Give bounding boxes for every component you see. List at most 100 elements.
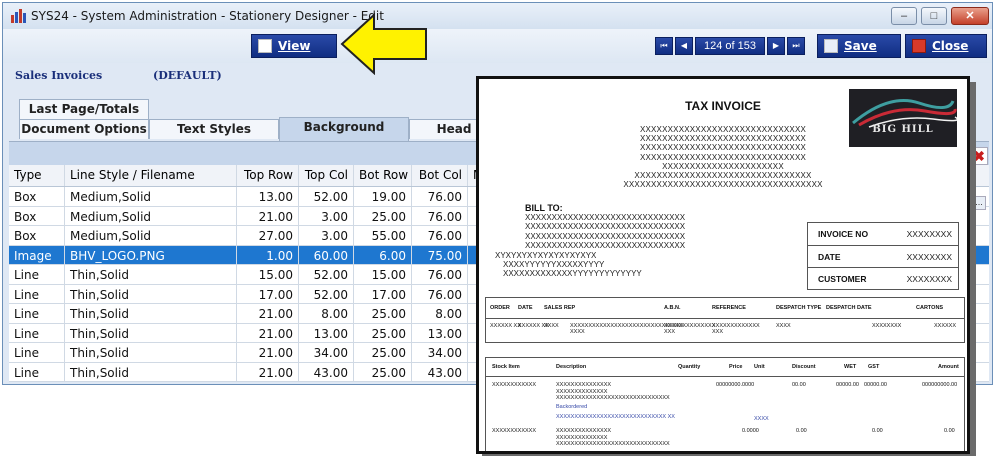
table-cell: 17.00 xyxy=(237,284,299,303)
column-header-top-row[interactable]: Top Row xyxy=(237,165,299,186)
order-details-table: ORDER DATE SALES REP A.B.N. REFERENCE DESPATC… xyxy=(485,297,965,343)
table-cell: Thin,Solid xyxy=(65,362,237,381)
item-column-header: Description xyxy=(556,364,587,370)
column-header-line-style[interactable]: Line Style / Filename xyxy=(65,165,237,186)
window-close-button[interactable]: ✕ xyxy=(951,7,989,25)
table-cell: Line xyxy=(9,323,65,342)
logo-text: BIG HILL xyxy=(872,124,934,135)
window-title: SYS24 - System Administration - Statione… xyxy=(31,9,384,23)
save-button[interactable]: Save xyxy=(817,34,901,58)
order-column-header: SALES REP xyxy=(544,305,576,311)
tab-last-page-totals[interactable]: Last Page/Totals xyxy=(19,99,149,119)
invoice-info-row: CUSTOMER XXXXXXXX xyxy=(808,267,958,289)
invoice-info-row: INVOICE NO XXXXXXXX xyxy=(808,223,958,245)
address-line: XXXXXXXXXXXXXXXXXXXXXX xyxy=(662,161,784,171)
order-value: XXXXXXXX xyxy=(872,323,902,329)
info-label: INVOICE NO xyxy=(818,229,869,239)
table-cell: 8.00 xyxy=(299,304,354,323)
column-header-bot-col[interactable]: Bot Col xyxy=(412,165,468,186)
previous-record-button[interactable]: ◀ xyxy=(675,37,693,55)
column-header-type[interactable]: Type xyxy=(9,165,65,186)
line-items-table: Stock Item Description Quantity Price Unit Di… xyxy=(485,357,965,451)
first-record-button[interactable]: ⏮ xyxy=(655,37,673,55)
table-cell: Medium,Solid xyxy=(65,226,237,245)
item-column-header: WET xyxy=(844,364,857,370)
delete-icon: ✖ xyxy=(973,148,985,164)
table-cell: Medium,Solid xyxy=(65,187,237,206)
table-cell: 76.00 xyxy=(412,226,468,245)
item-description: XXXXXXXXXXXXXX xyxy=(556,388,608,395)
table-cell: Line xyxy=(9,284,65,303)
order-value: XXXX xyxy=(544,323,559,329)
item-unit: XXXX xyxy=(754,416,769,422)
invoice-info-row: DATE XXXXXXXX xyxy=(808,245,958,267)
yellow-arrow-icon xyxy=(340,13,427,75)
document-name: Sales Invoices xyxy=(15,69,103,82)
view-button[interactable]: View xyxy=(251,34,337,58)
table-cell: 25.00 xyxy=(354,343,412,362)
maximize-button[interactable]: □ xyxy=(921,7,947,25)
info-label: CUSTOMER xyxy=(818,274,867,284)
item-column-header: Unit xyxy=(754,364,765,370)
bill-to-label: BILL TO: xyxy=(525,203,563,213)
order-value: XXXXXX XX xyxy=(490,323,521,329)
close-icon: ✕ xyxy=(965,10,975,22)
item-description: XXXXXXXXXXXXXXX xyxy=(556,382,612,388)
item-description: XXXXXXXXXXXXXXX xyxy=(556,428,612,434)
table-cell: 76.00 xyxy=(412,265,468,284)
item-discount: 00.00 xyxy=(792,382,806,388)
table-cell: Box xyxy=(9,187,65,206)
table-cell: 60.00 xyxy=(299,245,354,264)
minimize-icon: – xyxy=(900,10,908,22)
table-cell: 8.00 xyxy=(412,304,468,323)
table-cell: Thin,Solid xyxy=(65,265,237,284)
address-line: XXXXXXXXXXXXXXXXXXXXXXXXXXXXXXXXXXXX xyxy=(623,180,823,190)
backordered-line: XXXXXXXXXXXXXXXXXXXXXXXXXXXXXX XX xyxy=(556,414,675,420)
next-record-button[interactable]: ▶ xyxy=(767,37,785,55)
previous-icon: ◀ xyxy=(680,41,688,50)
item-price: 0.0000 xyxy=(742,428,759,434)
table-cell: 25.00 xyxy=(354,206,412,225)
close-x-icon xyxy=(912,39,926,53)
table-cell: 27.00 xyxy=(237,226,299,245)
table-cell: Thin,Solid xyxy=(65,284,237,303)
item-gst: 00000.00 xyxy=(864,382,887,388)
document-variant: (DEFAULT) xyxy=(153,69,222,82)
close-button[interactable]: Close xyxy=(905,34,987,58)
column-header-bot-row[interactable]: Bot Row xyxy=(354,165,412,186)
table-cell: Box xyxy=(9,206,65,225)
table-cell: 76.00 xyxy=(412,187,468,206)
table-cell: 43.00 xyxy=(299,362,354,381)
tab-text-styles[interactable]: Text Styles xyxy=(149,119,279,139)
info-value: XXXXXXXX xyxy=(906,274,952,284)
order-column-header: DATE xyxy=(518,305,533,311)
table-cell: 3.00 xyxy=(299,206,354,225)
table-cell: Box xyxy=(9,226,65,245)
title-bar: SYS24 - System Administration - Statione… xyxy=(3,3,992,29)
close-label: Close xyxy=(932,39,969,53)
table-cell: 15.00 xyxy=(237,265,299,284)
table-cell: 25.00 xyxy=(354,323,412,342)
table-cell: 21.00 xyxy=(237,343,299,362)
column-header-top-col[interactable]: Top Col xyxy=(299,165,354,186)
tab-document-options[interactable]: Document Options xyxy=(19,119,149,139)
invoice-info-box: INVOICE NO XXXXXXXX DATE XXXXXXXX CUSTOMER XX… xyxy=(807,222,959,290)
delete-row-button[interactable]: ✖ xyxy=(970,147,988,165)
toolbar: View ⏮ ◀ 124 of 153 ▶ ⏭ Save Close xyxy=(3,29,992,63)
last-record-button[interactable]: ⏭ xyxy=(787,37,805,55)
browse-button[interactable]: ... xyxy=(972,196,986,210)
table-cell: 21.00 xyxy=(237,206,299,225)
minimize-button[interactable]: – xyxy=(891,7,917,25)
invoice-preview: TAX INVOICE XXXXXXXXXXXXXXXXXXXXXXXXXXXX… xyxy=(476,76,970,454)
table-cell: 52.00 xyxy=(299,265,354,284)
table-cell: 25.00 xyxy=(354,304,412,323)
info-value: XXXXXXXX xyxy=(906,229,952,239)
view-icon xyxy=(258,39,272,53)
record-position: 124 of 153 xyxy=(695,37,765,55)
order-column-header: DESPATCH DATE xyxy=(826,305,872,311)
app-icon xyxy=(11,9,26,23)
table-cell: BHV_LOGO.PNG xyxy=(65,245,237,264)
view-label: View xyxy=(278,39,311,53)
item-wet: 00000.00 xyxy=(836,382,859,388)
tab-background[interactable]: Background xyxy=(279,117,409,141)
